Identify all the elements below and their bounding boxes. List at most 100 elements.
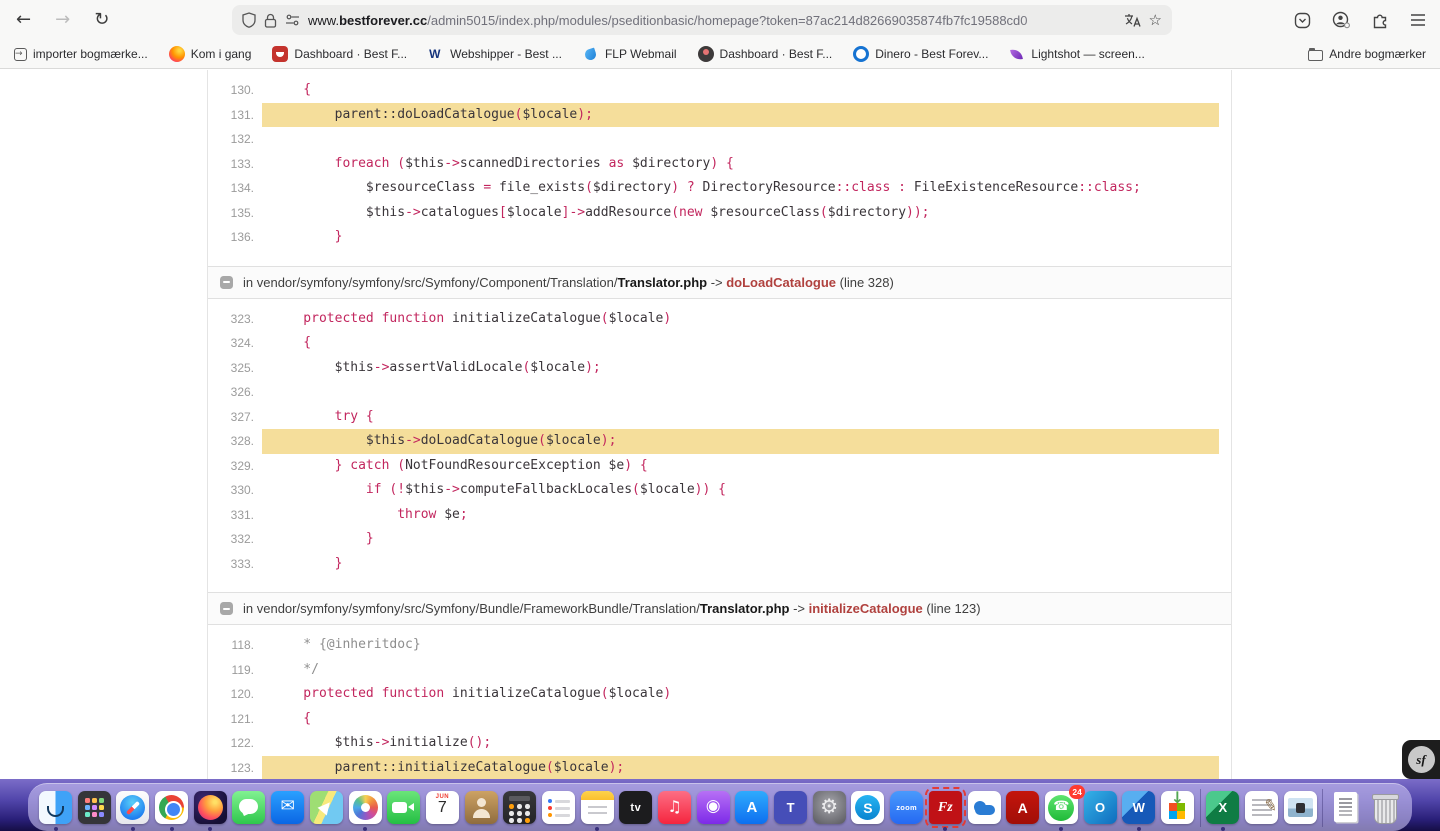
dock-separator: [1322, 788, 1324, 827]
dock-onedrive[interactable]: [967, 791, 1001, 824]
other-bookmarks-button[interactable]: Andre bogmærker: [1308, 47, 1426, 61]
browser-toolbar: ← → ↻ www.bestforever.cc/admin5015/index…: [0, 0, 1440, 40]
bookmark-item[interactable]: Dinero - Best Forev...: [853, 46, 988, 62]
code-line: 133. foreach ($this->scannedDirectories …: [208, 152, 1231, 177]
code-segment: ();: [467, 735, 492, 750]
code-segment: $this: [405, 155, 445, 171]
dock-textedit[interactable]: [1245, 791, 1278, 824]
bookmark-item[interactable]: Webshipper - Best ...: [428, 46, 562, 62]
translate-icon[interactable]: [1124, 13, 1141, 27]
finder-icon: [39, 791, 72, 824]
pocket-icon[interactable]: [1294, 12, 1311, 29]
notification-badge: 24: [1069, 785, 1085, 799]
dock-calendar[interactable]: JUN 7: [425, 791, 459, 824]
page-content: 130. {131. parent::doLoadCatalogue($loca…: [0, 70, 1440, 831]
dock-outlook[interactable]: O: [1083, 791, 1117, 824]
back-icon[interactable]: ←: [16, 11, 31, 29]
code-segment: FileExistenceResource: [913, 180, 1079, 195]
reload-icon[interactable]: ↻: [94, 11, 109, 29]
dock-whatsapp[interactable]: 24: [1044, 785, 1085, 831]
podcasts-icon: [696, 791, 730, 824]
dock-acrobat[interactable]: A: [1006, 791, 1040, 824]
code-line: 119. */: [208, 658, 1231, 683]
code-segment: throw: [272, 506, 445, 522]
dock-calculator[interactable]: [503, 791, 537, 824]
trace-header: in vendor/symfony/symfony/src/Symfony/Co…: [208, 265, 1231, 299]
dock-skype[interactable]: S: [851, 791, 885, 824]
url-text[interactable]: www.bestforever.cc/admin5015/index.php/m…: [308, 13, 1116, 28]
bookmark-item[interactable]: Lightshot — screen...: [1009, 46, 1144, 62]
lock-icon[interactable]: [264, 13, 277, 28]
filezilla-icon: Fz: [924, 787, 966, 828]
dock-mail[interactable]: [271, 791, 305, 824]
code-segment: (: [819, 204, 828, 220]
collapse-toggle-icon[interactable]: [220, 275, 233, 289]
shield-icon[interactable]: [242, 12, 256, 28]
code-segment: initializeCatalogue: [452, 310, 601, 326]
dock-finder[interactable]: [39, 791, 72, 831]
bookmark-item[interactable]: Kom i gang: [168, 46, 251, 62]
dock-ms-installer[interactable]: [1160, 788, 1194, 824]
preview-image-icon: [1283, 791, 1317, 824]
dock-trash[interactable]: [1368, 791, 1401, 824]
dock-teams[interactable]: T: [774, 791, 808, 824]
bookmark-star-icon[interactable]: ☆: [1149, 11, 1162, 29]
dock-excel[interactable]: X: [1206, 791, 1240, 831]
code-text: parent::doLoadCatalogue($locale);: [262, 102, 1219, 127]
code-segment: parent::doLoadCatalogue: [272, 106, 515, 122]
dock-notes[interactable]: [580, 791, 614, 831]
dock-messages[interactable]: [232, 791, 266, 824]
dock-chrome[interactable]: [155, 791, 189, 831]
firefox-icon: [168, 46, 185, 62]
dock-launchpad[interactable]: [77, 791, 111, 824]
collapse-toggle-icon[interactable]: [220, 602, 233, 615]
dock-contacts[interactable]: [464, 791, 498, 824]
dashboard-dark-icon: [697, 46, 714, 62]
dock-system-settings[interactable]: [812, 791, 846, 824]
bookmarks-list: importer bogmærke... Kom i gang Dashboard …: [14, 46, 1145, 62]
code-line: 333. }: [208, 552, 1231, 577]
bookmark-item[interactable]: Dashboard · Best F...: [272, 46, 407, 62]
webmail-icon: [583, 46, 599, 62]
code-segment: doLoadCatalogue: [420, 433, 539, 448]
code-text: throw $e;: [262, 503, 1219, 528]
dock-zoom[interactable]: zoom: [890, 791, 924, 824]
extensions-icon[interactable]: [1372, 12, 1389, 29]
dock-podcasts[interactable]: [696, 791, 730, 824]
dock-maps[interactable]: [309, 791, 343, 824]
code-segment: protected function: [272, 686, 453, 701]
menu-icon[interactable]: [1410, 13, 1426, 27]
line-number: 325.: [230, 360, 254, 375]
dock-facetime[interactable]: [387, 791, 421, 824]
dock-filezilla[interactable]: Fz: [924, 787, 966, 831]
dock-apple-tv[interactable]: tv: [619, 791, 653, 824]
line-number: 333.: [230, 556, 254, 571]
account-icon[interactable]: [1332, 11, 1351, 29]
symfony-toolbar-toggle[interactable]: sf: [1402, 740, 1440, 779]
code-segment: (: [600, 310, 609, 326]
dock-music[interactable]: [658, 791, 691, 824]
code-line: 123. parent::initializeCatalogue($locale…: [208, 755, 1231, 780]
forward-icon[interactable]: →: [55, 11, 70, 29]
bookmark-item[interactable]: importer bogmærke...: [14, 47, 148, 61]
bookmark-item[interactable]: FLP Webmail: [583, 46, 677, 62]
permissions-icon[interactable]: [285, 14, 300, 26]
dock-photos[interactable]: [348, 791, 382, 831]
bookmark-label: Dashboard · Best F...: [719, 47, 833, 61]
code-segment: }: [272, 531, 374, 546]
code-line: 326.: [208, 380, 1231, 405]
code-line: 330. if (!$this->computeFallbackLocales(…: [208, 478, 1231, 503]
dock-safari[interactable]: [116, 791, 150, 831]
dock-firefox[interactable]: [193, 791, 227, 831]
dock-word[interactable]: W: [1122, 791, 1156, 831]
minus-glyph: [223, 607, 230, 610]
dock-preview-image[interactable]: [1283, 791, 1317, 824]
dock-document-stack[interactable]: [1329, 791, 1362, 824]
zoom-label: zoom: [896, 803, 918, 812]
bookmark-item[interactable]: Dashboard · Best F...: [697, 46, 833, 62]
dock-app-store[interactable]: A: [735, 791, 769, 824]
url-bar[interactable]: www.bestforever.cc/admin5015/index.php/m…: [232, 5, 1172, 35]
code-line: 324. {: [208, 331, 1231, 356]
code-segment: initializeCatalogue: [452, 686, 601, 701]
dock-reminders[interactable]: [541, 791, 575, 824]
